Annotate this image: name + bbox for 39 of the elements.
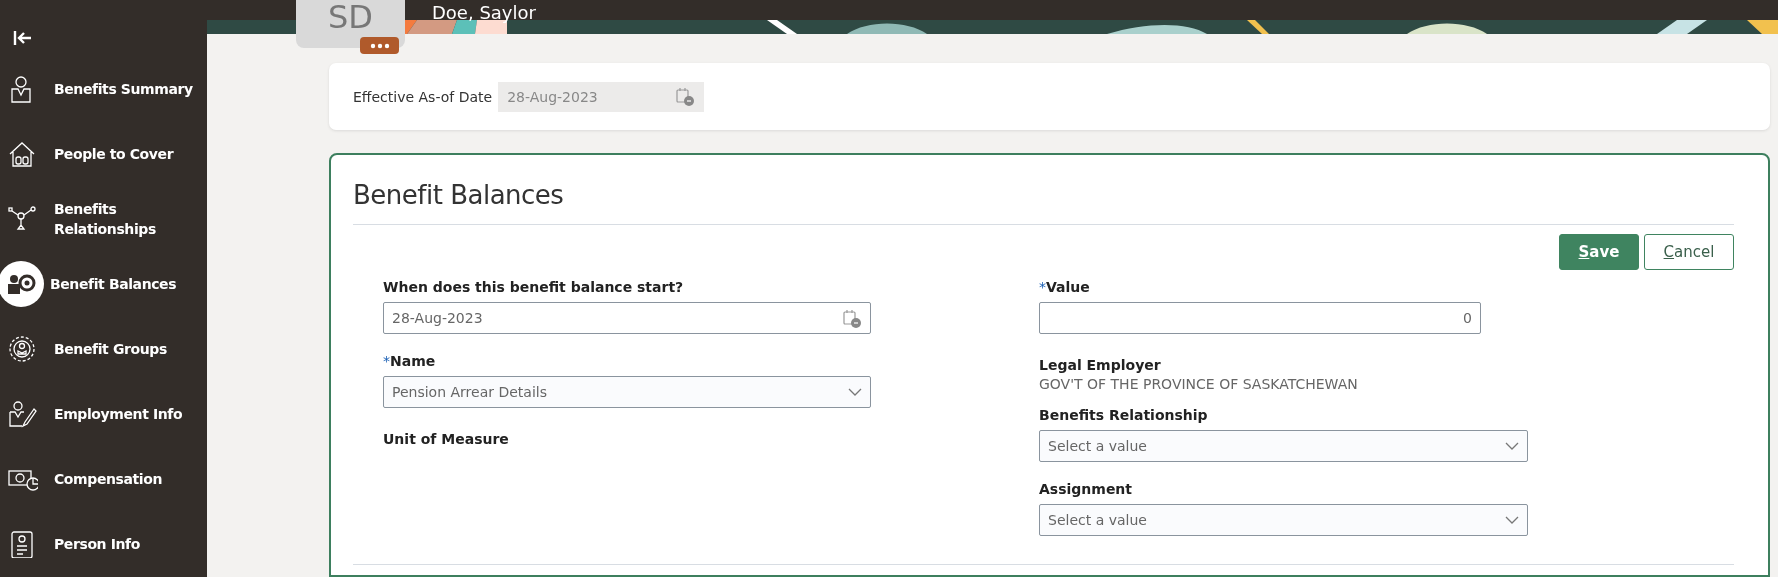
field-label: Legal Employer [1039, 356, 1161, 374]
panel-title: Benefit Balances [353, 179, 565, 212]
avatar-initials: SD [328, 0, 373, 34]
sidebar-item[interactable]: Compensation [0, 446, 207, 511]
collapse-icon [13, 29, 33, 47]
sidebar-item[interactable]: Benefit Balances [0, 251, 207, 316]
sidebar-item[interactable]: Benefits Relationships [0, 186, 207, 251]
more-button[interactable] [360, 37, 399, 54]
collapse-button[interactable] [12, 28, 34, 48]
value-field[interactable]: 0 [1039, 302, 1481, 334]
sidebar-item[interactable]: Employment Info [0, 381, 207, 446]
field-label: Unit of Measure [383, 430, 509, 448]
calendar-icon [843, 308, 862, 328]
chevron-down-icon [1505, 515, 1519, 525]
chevron-down-icon [848, 387, 862, 397]
field-label: Effective As-of Date [353, 88, 493, 105]
chevron-down-icon [1505, 441, 1519, 451]
sidebar-item[interactable]: Person Info [0, 511, 207, 576]
select-field[interactable]: Select a value [1039, 430, 1528, 462]
save-button[interactable]: Save [1559, 234, 1639, 270]
field-label: When does this benefit balance start? [383, 278, 684, 296]
select-field[interactable]: Pension Arrear Details [383, 376, 871, 408]
network-icon [8, 204, 38, 233]
badge-icon [8, 334, 38, 363]
field-label: Assignment [1039, 480, 1133, 498]
more-icon [369, 42, 390, 49]
field-label: *Value [1039, 278, 1090, 296]
field-value: GOV'T OF THE PROVINCE OF SASKATCHEWAN [1039, 376, 1359, 392]
sidebar-item[interactable]: People to Cover [0, 121, 207, 186]
person-name: Doe, Saylor [432, 3, 536, 23]
person-pen-icon [8, 399, 38, 428]
calendar-icon [676, 87, 696, 106]
field-label: Benefits Relationship [1039, 406, 1208, 424]
select-field[interactable]: Select a value [1039, 504, 1528, 536]
cancel-button[interactable]: Cancel [1644, 234, 1734, 270]
field-label: *Name [383, 352, 436, 370]
sidebar-item[interactable]: Benefits Summary [0, 56, 207, 121]
sidebar-item[interactable]: Benefit Groups [0, 316, 207, 381]
date-field[interactable]: 28-Aug-2023 [383, 302, 871, 334]
